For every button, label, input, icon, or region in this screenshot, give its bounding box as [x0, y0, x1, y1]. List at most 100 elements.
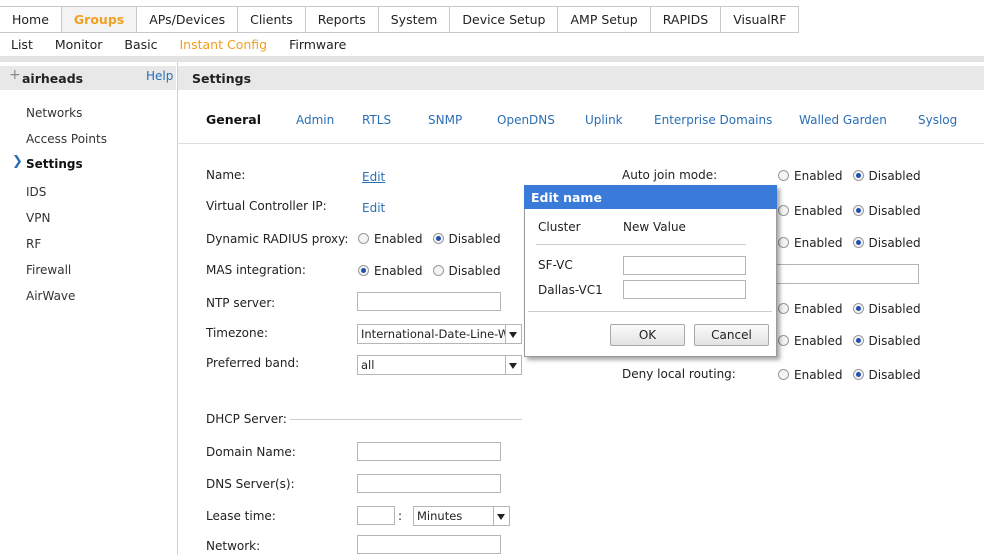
dns-servers-input[interactable] — [357, 474, 501, 493]
subtab-list[interactable]: List — [0, 37, 44, 52]
radio-disabled[interactable] — [852, 170, 864, 181]
tab-snmp[interactable]: SNMP — [428, 113, 462, 127]
new-value-input[interactable] — [623, 280, 746, 299]
vc-ip-edit-link[interactable]: Edit — [362, 201, 385, 215]
preferred-band-select[interactable]: all — [357, 355, 522, 375]
auto-join-label: Auto join mode: — [622, 168, 718, 182]
radio-label: Disabled — [868, 236, 921, 250]
radio-label: Enabled — [794, 334, 843, 348]
radio-enabled[interactable] — [778, 237, 789, 248]
subtab-monitor[interactable]: Monitor — [44, 37, 114, 52]
radio-disabled[interactable] — [432, 265, 444, 276]
radio-label: Disabled — [868, 334, 921, 348]
radio-label: Disabled — [868, 302, 921, 316]
radio-enabled[interactable] — [778, 205, 789, 216]
setting-radio-group: Enabled Disabled — [778, 204, 921, 218]
name-edit-link[interactable]: Edit — [362, 170, 385, 184]
radio-enabled[interactable] — [778, 170, 789, 181]
deny-local-routing-label: Deny local routing: — [622, 367, 736, 381]
lease-time-separator: : — [398, 509, 403, 523]
tab-groups[interactable]: Groups — [61, 7, 138, 32]
sidebar-item-rf[interactable]: RF — [26, 237, 41, 251]
tab-opendns[interactable]: OpenDNS — [497, 113, 555, 127]
radio-disabled[interactable] — [852, 335, 864, 346]
setting-input[interactable] — [776, 264, 919, 284]
vc-ip-label: Virtual Controller IP: — [206, 199, 327, 213]
tab-rtls[interactable]: RTLS — [362, 113, 391, 127]
radio-disabled[interactable] — [852, 205, 864, 216]
plus-icon[interactable]: + — [9, 67, 21, 83]
sidebar-item-firewall[interactable]: Firewall — [26, 263, 71, 277]
sidebar-item-airwave[interactable]: AirWave — [26, 289, 75, 303]
tab-reports[interactable]: Reports — [306, 7, 379, 32]
name-label: Name: — [206, 168, 246, 182]
radio-disabled[interactable] — [852, 237, 864, 248]
dialog-column-new-value: New Value — [623, 220, 686, 234]
domain-name-input[interactable] — [357, 442, 501, 461]
sidebar-item-ids[interactable]: IDS — [26, 185, 46, 199]
tab-aps-devices[interactable]: APs/Devices — [137, 7, 239, 32]
auto-join-radio-group: Enabled Disabled — [778, 169, 921, 183]
tab-clients[interactable]: Clients — [238, 7, 306, 32]
mas-integration-radio-group: Enabled Disabled — [358, 264, 501, 278]
dialog-divider — [536, 244, 746, 245]
radio-enabled[interactable] — [358, 265, 369, 276]
dropdown-arrow-icon — [505, 325, 521, 343]
main-tab-bar: Home Groups APs/Devices Clients Reports … — [0, 6, 800, 33]
ok-button[interactable]: OK — [610, 324, 685, 346]
radio-label: Disabled — [448, 264, 501, 278]
deny-local-routing-radio-group: Enabled Disabled — [778, 368, 921, 382]
sidebar-item-networks[interactable]: Networks — [26, 106, 82, 120]
new-value-input[interactable] — [623, 256, 746, 275]
mas-integration-label: MAS integration: — [206, 263, 306, 277]
dynamic-radius-radio-group: Enabled Disabled — [358, 232, 501, 246]
radio-disabled[interactable] — [852, 303, 864, 314]
tab-general[interactable]: General — [206, 112, 261, 127]
sidebar-item-vpn[interactable]: VPN — [26, 211, 50, 225]
lease-unit-select[interactable]: Minutes — [413, 506, 510, 526]
radio-disabled[interactable] — [432, 233, 444, 244]
network-label: Network: — [206, 539, 261, 553]
tab-admin[interactable]: Admin — [296, 113, 334, 127]
subtab-instant-config[interactable]: Instant Config — [168, 37, 278, 52]
radio-enabled[interactable] — [778, 335, 789, 346]
timezone-select[interactable]: International-Date-Line-W — [357, 324, 522, 344]
subtab-basic[interactable]: Basic — [113, 37, 168, 52]
tab-rapids[interactable]: RAPIDS — [651, 7, 722, 32]
tab-enterprise-domains[interactable]: Enterprise Domains — [654, 113, 772, 127]
subtab-firmware[interactable]: Firmware — [278, 37, 357, 52]
tab-visualrf[interactable]: VisualRF — [721, 7, 800, 32]
help-link[interactable]: Help — [146, 69, 173, 83]
tab-system[interactable]: System — [379, 7, 451, 32]
tab-device-setup[interactable]: Device Setup — [450, 7, 559, 32]
radio-label: Enabled — [794, 169, 843, 183]
sidebar-item-settings[interactable]: Settings — [26, 157, 83, 171]
radio-enabled[interactable] — [358, 233, 369, 244]
dropdown-arrow-icon — [493, 507, 509, 525]
group-name: airheads — [22, 71, 84, 86]
dialog-column-cluster: Cluster — [538, 220, 581, 234]
domain-name-label: Domain Name: — [206, 445, 296, 459]
cancel-button[interactable]: Cancel — [694, 324, 769, 346]
tab-walled-garden[interactable]: Walled Garden — [799, 113, 887, 127]
radio-label: Enabled — [794, 368, 843, 382]
network-input[interactable] — [357, 535, 501, 554]
tab-home[interactable]: Home — [0, 7, 62, 32]
radio-label: Enabled — [794, 302, 843, 316]
radio-disabled[interactable] — [852, 369, 864, 380]
tab-uplink[interactable]: Uplink — [585, 113, 623, 127]
tab-syslog[interactable]: Syslog — [918, 113, 957, 127]
dialog-row-label: Dallas-VC1 — [538, 283, 603, 297]
radio-label: Enabled — [794, 236, 843, 250]
divider — [178, 143, 984, 144]
tab-amp-setup[interactable]: AMP Setup — [558, 7, 651, 32]
ntp-server-input[interactable] — [357, 292, 501, 311]
radio-label: Enabled — [794, 204, 843, 218]
radio-enabled[interactable] — [778, 303, 789, 314]
lease-time-input[interactable] — [357, 506, 395, 525]
lease-unit-value: Minutes — [417, 509, 463, 523]
dns-servers-label: DNS Server(s): — [206, 477, 295, 491]
setting-radio-group: Enabled Disabled — [778, 302, 921, 316]
radio-enabled[interactable] — [778, 369, 789, 380]
sidebar-item-access-points[interactable]: Access Points — [26, 132, 107, 146]
